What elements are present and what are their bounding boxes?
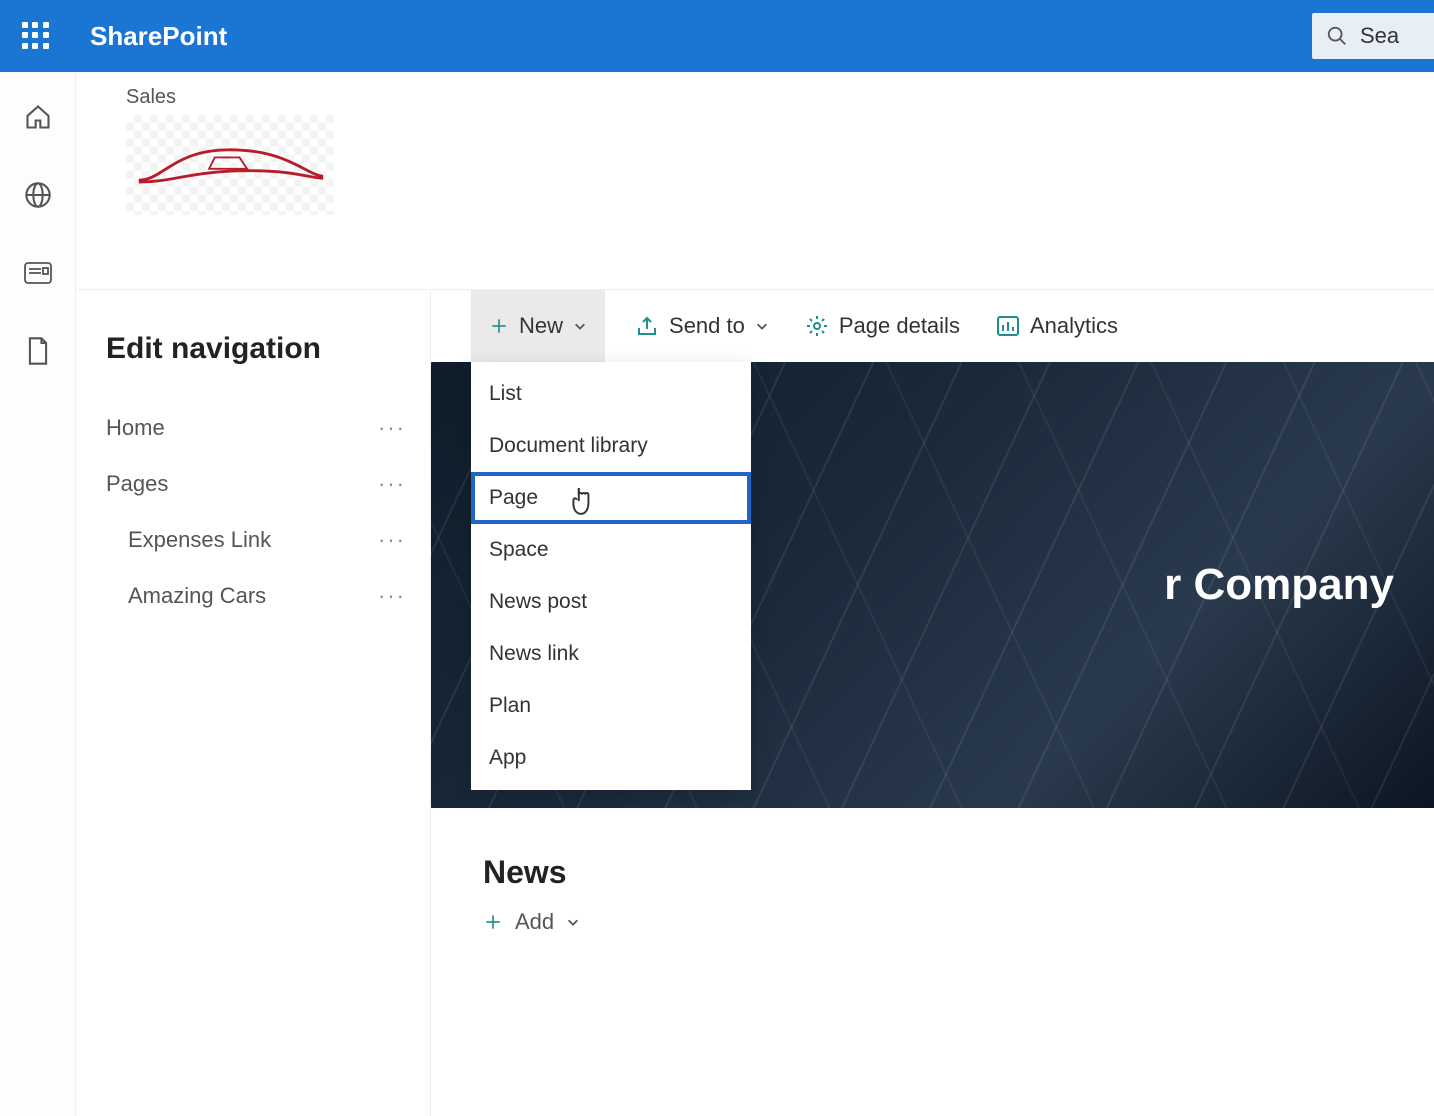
page-canvas: New Send to Page details Analytic — [430, 290, 1434, 1116]
suite-bar: SharePoint — [0, 0, 1434, 72]
share-icon — [635, 314, 659, 338]
new-label: New — [519, 313, 563, 339]
send-to-button[interactable]: Send to — [629, 290, 775, 362]
nav-item-more-icon[interactable]: ··· — [378, 471, 406, 497]
new-button[interactable]: New — [471, 290, 605, 362]
nav-panel: Edit navigation Home ··· Pages ··· Expen… — [76, 290, 430, 1116]
news-icon — [23, 260, 53, 286]
chevron-down-icon — [755, 319, 769, 333]
site-header: Sales — [76, 72, 1434, 290]
nav-item-label: Amazing Cars — [106, 583, 266, 609]
new-dropdown-menu: List Document library Page Space News po… — [471, 362, 751, 790]
news-section: News Add — [431, 808, 1434, 935]
car-logo-icon — [135, 135, 325, 195]
page-icon — [26, 336, 50, 366]
nav-item-label: Expenses Link — [106, 527, 271, 553]
nav-item-pages[interactable]: Pages ··· — [106, 456, 406, 512]
site-name[interactable]: Sales — [126, 86, 1434, 109]
waffle-icon — [22, 22, 50, 50]
menu-item-plan[interactable]: Plan — [471, 680, 751, 732]
search-box[interactable] — [1312, 13, 1434, 59]
chevron-down-icon — [573, 319, 587, 333]
rail-home-button[interactable] — [21, 100, 55, 134]
site-logo[interactable] — [126, 115, 334, 215]
send-to-label: Send to — [669, 313, 745, 339]
analytics-button[interactable]: Analytics — [990, 290, 1124, 362]
page-details-label: Page details — [839, 313, 960, 339]
nav-item-home[interactable]: Home ··· — [106, 400, 406, 456]
gear-icon — [805, 314, 829, 338]
news-add-button[interactable]: Add — [483, 909, 1434, 935]
nav-item-label: Pages — [106, 471, 168, 497]
chart-icon — [996, 315, 1020, 337]
rail-globe-button[interactable] — [21, 178, 55, 212]
menu-item-news-post[interactable]: News post — [471, 576, 751, 628]
nav-item-expenses-link[interactable]: Expenses Link ··· — [106, 512, 406, 568]
plus-icon — [489, 316, 509, 336]
hero-title: r Company — [1164, 560, 1394, 610]
rail-file-button[interactable] — [21, 334, 55, 368]
menu-item-space[interactable]: Space — [471, 524, 751, 576]
app-rail — [0, 72, 76, 1116]
nav-item-more-icon[interactable]: ··· — [378, 415, 406, 441]
nav-item-more-icon[interactable]: ··· — [378, 527, 406, 553]
menu-item-page-label: Page — [489, 486, 538, 509]
globe-icon — [24, 181, 52, 209]
menu-item-news-link[interactable]: News link — [471, 628, 751, 680]
page-toolbar: New Send to Page details Analytic — [431, 290, 1434, 362]
page-details-button[interactable]: Page details — [799, 290, 966, 362]
plus-icon — [483, 912, 503, 932]
menu-item-app[interactable]: App — [471, 732, 751, 784]
search-input[interactable] — [1360, 23, 1420, 49]
menu-item-page[interactable]: Page — [471, 472, 751, 524]
chevron-down-icon — [566, 915, 580, 929]
news-add-label: Add — [515, 909, 554, 935]
brand-label[interactable]: SharePoint — [90, 21, 227, 52]
analytics-label: Analytics — [1030, 313, 1118, 339]
nav-item-more-icon[interactable]: ··· — [378, 583, 406, 609]
menu-item-list[interactable]: List — [471, 368, 751, 420]
menu-item-document-library[interactable]: Document library — [471, 420, 751, 472]
nav-title: Edit navigation — [106, 332, 406, 366]
news-heading: News — [483, 854, 1434, 891]
home-icon — [24, 103, 52, 131]
cursor-icon — [569, 486, 595, 516]
search-icon — [1326, 25, 1348, 47]
nav-item-amazing-cars[interactable]: Amazing Cars ··· — [106, 568, 406, 624]
app-launcher-button[interactable] — [0, 0, 72, 72]
rail-news-button[interactable] — [21, 256, 55, 290]
nav-item-label: Home — [106, 415, 165, 441]
